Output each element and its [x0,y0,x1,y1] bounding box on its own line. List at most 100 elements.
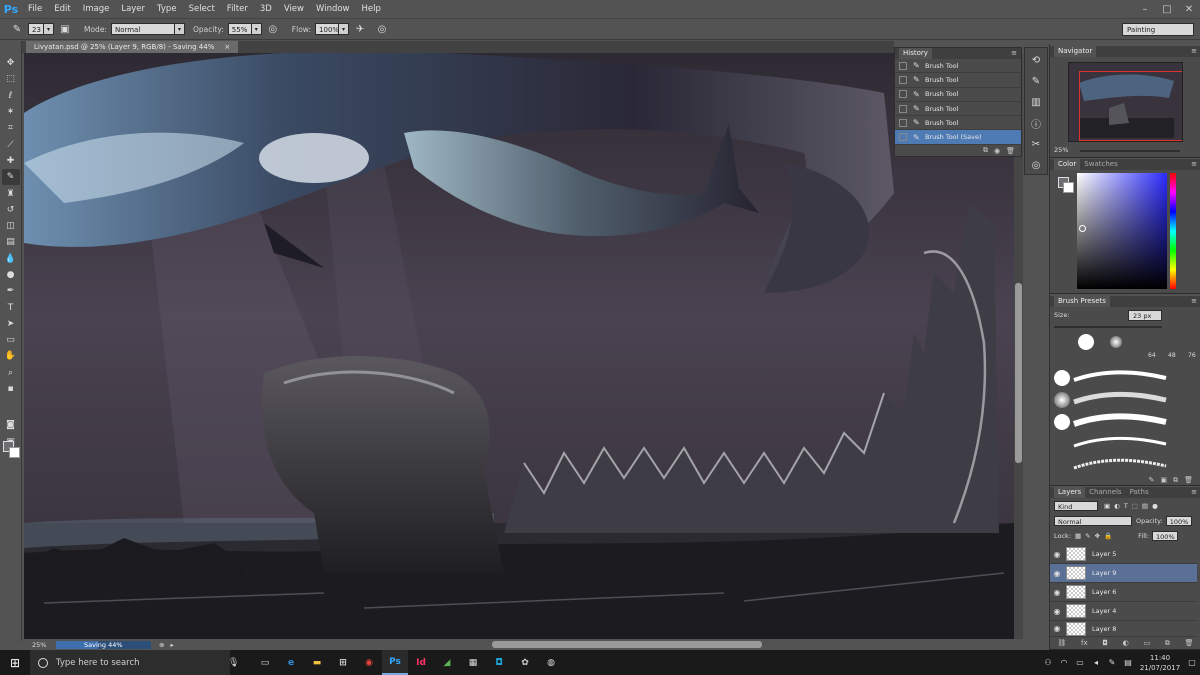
layers-menu-icon[interactable]: ≡ [1191,487,1197,498]
layer-opacity-field[interactable]: 100% [1165,516,1192,526]
battery-icon[interactable]: ▭ [1072,658,1088,667]
pen-tool-icon[interactable]: ✒ [2,283,20,299]
new-group-icon[interactable]: ▭ [1144,639,1151,649]
mode-dropdown[interactable]: ▾ [174,23,185,35]
flow-dropdown[interactable]: ▾ [339,23,350,35]
fill-field[interactable]: 100% [1152,531,1179,541]
layer-visibility-eye-icon[interactable]: ◉ [1050,624,1064,633]
lasso-tool-icon[interactable]: ℓ [2,88,20,104]
color-picker-cursor[interactable] [1079,225,1086,232]
menu-type[interactable]: Type [151,0,183,18]
opacity-field[interactable]: 55% [227,23,252,35]
tool-presets-icon[interactable]: ✂ [1028,136,1044,152]
menu-file[interactable]: File [22,0,48,18]
soft-round-brush-tip[interactable] [1110,336,1122,348]
type-tool-icon[interactable]: T [2,299,20,315]
layer-visibility-eye-icon[interactable]: ◉ [1050,607,1064,616]
menu-image[interactable]: Image [77,0,116,18]
layer-filter-icons[interactable]: ▣◐T⬚▤● [1104,502,1162,510]
brush-preset-soft-1[interactable] [1054,392,1070,408]
quick-mask-icon[interactable]: ◙ [2,417,20,433]
chrome-icon[interactable]: ◉ [356,650,382,675]
maximize-button[interactable]: □ [1156,0,1178,18]
pen-icon[interactable]: ✎ [1104,658,1120,667]
brush-panel-icon[interactable]: ✎ [1028,73,1044,89]
people-icon[interactable]: ⚇ [1040,658,1056,667]
clone-source-icon[interactable]: ◎ [1028,157,1044,173]
navigator-menu-icon[interactable]: ≡ [1191,46,1197,57]
navigator-zoom-slider[interactable] [1080,150,1180,152]
file-explorer-icon[interactable]: ▬ [304,650,330,675]
channels-tab[interactable]: Channels [1085,487,1125,498]
layer-style-icon[interactable]: fx [1081,639,1088,649]
brush-stroke-preview[interactable] [1072,390,1168,410]
swatches-tab[interactable]: Swatches [1080,159,1121,170]
brush-panel-open-icon[interactable]: ▣ [1160,476,1167,486]
windows-start-icon[interactable]: ⊞ [0,650,30,675]
layer-row[interactable]: ◉ Layer 4 [1050,602,1197,621]
layers-tab[interactable]: Layers [1054,487,1086,498]
canvas-horizontal-scrollbar[interactable] [492,641,762,648]
history-item[interactable]: ✎ Brush Tool [895,102,1021,117]
color-menu-icon[interactable]: ≡ [1191,159,1197,170]
new-snapshot-icon[interactable]: ◉ [994,147,1000,155]
input-icon[interactable]: ▤ [1120,658,1136,667]
camera-icon[interactable]: ◘ [486,650,512,675]
menu-help[interactable]: Help [356,0,387,18]
path-select-tool-icon[interactable]: ➤ [2,316,20,332]
zoom-level[interactable]: 25% [22,641,52,649]
layer-name[interactable]: Layer 9 [1092,569,1116,577]
layer-filter-kind-select[interactable]: Kind [1054,501,1098,511]
new-brush-icon[interactable]: ⧉ [1173,476,1178,486]
brush-stroke-preview[interactable] [1072,412,1168,432]
store-icon[interactable]: ⊞ [330,650,356,675]
close-button[interactable]: ✕ [1178,0,1200,18]
brush-preset-round-2[interactable] [1054,414,1070,430]
navigator-thumbnail[interactable] [1068,62,1183,142]
blur-tool-icon[interactable]: 💧 [2,251,20,267]
menu-select[interactable]: Select [183,0,221,18]
hard-round-brush-tip[interactable] [1078,334,1094,350]
clone-stamp-tool-icon[interactable]: ♜ [2,185,20,201]
task-view-icon[interactable]: ▭ [252,650,278,675]
brush-tool-preset-icon[interactable]: ✎ [9,21,25,37]
brush-tool-icon[interactable]: ✎ [1,169,20,186]
layer-name[interactable]: Layer 4 [1092,607,1116,615]
history-item[interactable]: ✎ Brush Tool [895,88,1021,102]
indesign-taskbar-icon[interactable]: Id [408,650,434,675]
airbrush-icon[interactable]: ✈ [352,21,368,37]
minimize-button[interactable]: – [1134,0,1156,18]
brush-stroke-preview[interactable] [1072,434,1168,454]
maps-icon[interactable]: ◢ [434,650,460,675]
zoom-tool-icon[interactable]: ⌕ [2,365,20,381]
history-item[interactable]: ✎ Brush Tool [895,59,1021,74]
crop-tool-icon[interactable]: ⌗ [2,120,20,136]
gradient-tool-icon[interactable]: ▤ [2,234,20,250]
edge-icon[interactable]: e [278,650,304,675]
delete-layer-icon[interactable]: 🗑 [1185,639,1194,649]
adjustments-panel-icon[interactable]: ▥ [1028,94,1044,110]
navigator-tab[interactable]: Navigator [1054,46,1097,57]
notifications-icon[interactable]: ▢ [1184,658,1200,667]
history-item[interactable]: ✎ Brush Tool [895,116,1021,131]
layer-name[interactable]: Layer 6 [1092,588,1116,596]
layer-row[interactable]: ◉ Layer 8 [1050,621,1197,637]
wifi-icon[interactable]: ◠ [1056,658,1072,667]
opacity-dropdown[interactable]: ▾ [251,23,262,35]
history-panel-icon[interactable]: ⟲ [1028,52,1044,68]
menu-edit[interactable]: Edit [48,0,76,18]
brush-stroke-preview-selected[interactable] [1072,456,1168,476]
layer-visibility-eye-icon[interactable]: ◉ [1050,588,1064,597]
healing-brush-tool-icon[interactable]: ✚ [2,153,20,169]
flow-field[interactable]: 100% [315,23,339,35]
color-tab[interactable]: Color [1054,159,1081,170]
pressure-size-icon[interactable]: ◎ [374,21,390,37]
document-tab[interactable]: Livyatan.psd @ 25% (Layer 9, RGB/8) - Sa… [26,41,239,53]
lock-icons[interactable]: ▦✎✥🔒 [1075,532,1116,540]
menu-layer[interactable]: Layer [115,0,151,18]
taskbar-clock[interactable]: 11:40 21/07/2017 [1136,653,1184,673]
quick-select-tool-icon[interactable]: ✶ [2,104,20,120]
sync-icon[interactable]: ◍ [538,650,564,675]
brush-presets-tab[interactable]: Brush Presets [1054,296,1110,307]
link-layers-icon[interactable]: ⛓ [1057,639,1066,649]
